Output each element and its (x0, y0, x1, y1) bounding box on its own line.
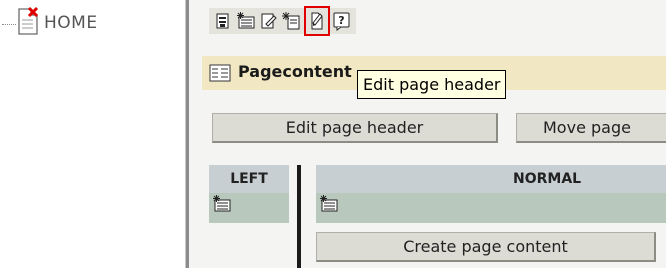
new-page-icon[interactable] (281, 10, 303, 32)
edit-header-icon[interactable] (304, 6, 330, 36)
new-content-icon[interactable] (235, 10, 257, 32)
column-left-body (209, 193, 289, 223)
help-icon[interactable]: ? (331, 10, 353, 32)
column-normal-body (316, 193, 666, 223)
create-page-content-button[interactable]: Create page content (316, 232, 656, 262)
svg-text:?: ? (338, 14, 344, 27)
new-content-icon[interactable] (212, 195, 232, 217)
column-left: LEFT (209, 165, 289, 223)
column-separator (297, 165, 301, 268)
column-normal-header: NORMAL (316, 165, 666, 193)
tooltip: Edit page header (357, 70, 507, 99)
page-toolbar: ? (209, 6, 356, 36)
move-page-button[interactable]: Move page (516, 113, 666, 143)
page-properties-icon[interactable] (212, 10, 234, 32)
page-tree (0, 0, 185, 268)
pagecontent-icon (209, 64, 231, 82)
tree-connector (2, 24, 16, 25)
column-normal: NORMAL (316, 165, 666, 223)
edit-page-icon[interactable] (258, 10, 280, 32)
page-title: Pagecontent (238, 62, 352, 81)
page-deleted-icon[interactable] (17, 6, 41, 36)
edit-page-header-button[interactable]: Edit page header (212, 113, 498, 143)
tree-item-home[interactable]: HOME (44, 13, 98, 33)
new-content-icon[interactable] (319, 195, 339, 217)
column-left-header: LEFT (209, 165, 289, 193)
